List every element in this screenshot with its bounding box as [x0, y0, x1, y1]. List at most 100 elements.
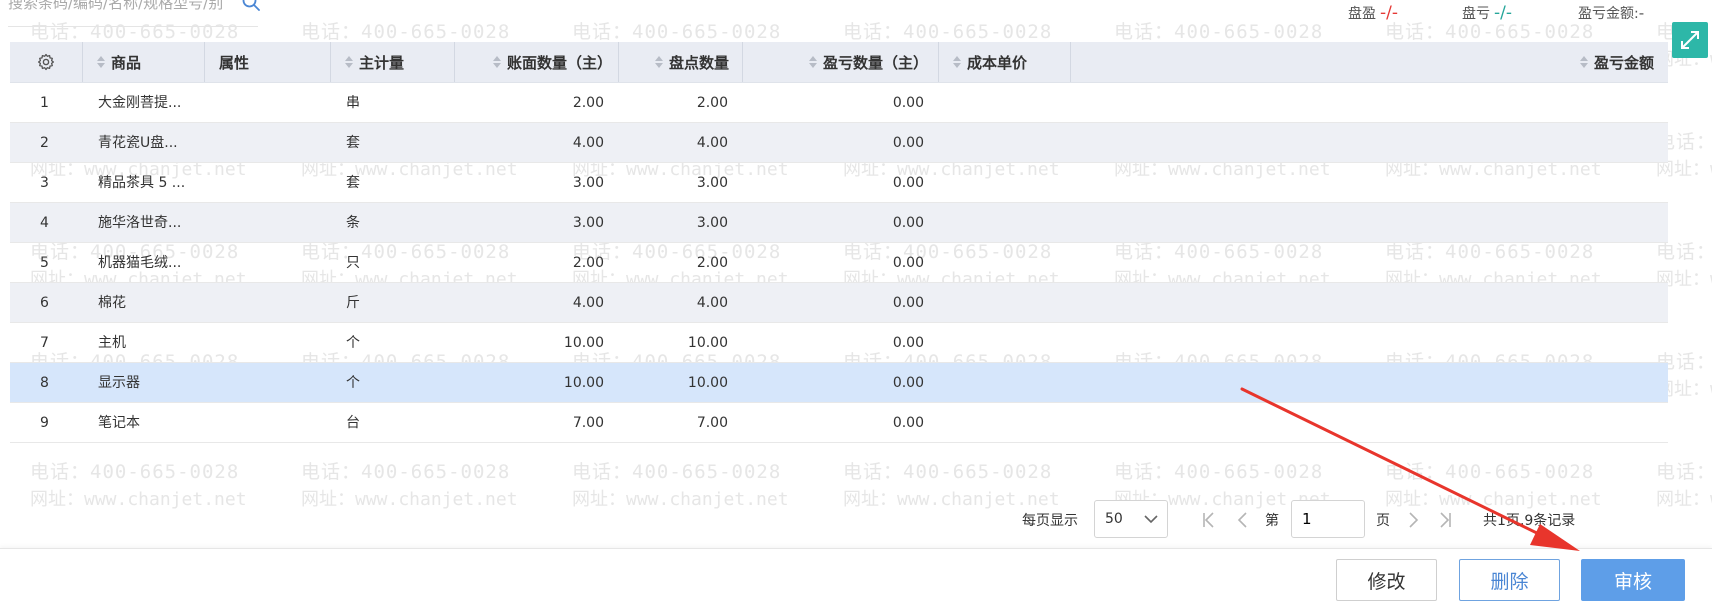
- cell-book-qty: 10.00: [563, 335, 604, 351]
- gear-icon: [37, 53, 55, 71]
- page-size-select[interactable]: 50: [1094, 500, 1168, 538]
- cell-product: 施华洛世奇...: [98, 215, 182, 231]
- table-row[interactable]: 2 青花瓷U盘... 套 4.00 4.00 0.00: [10, 123, 1668, 163]
- row-number: 1: [40, 95, 49, 111]
- table-row[interactable]: 9 笔记本 台 7.00 7.00 0.00: [10, 403, 1668, 443]
- delete-button[interactable]: 删除: [1459, 559, 1560, 601]
- table-row[interactable]: 7 主机 个 10.00 10.00 0.00: [10, 323, 1668, 363]
- cell-count-qty: 2.00: [696, 95, 728, 111]
- cell-diff-qty: 0.00: [892, 95, 924, 111]
- gain-value: -/-: [1380, 3, 1398, 23]
- sort-icon: [655, 56, 663, 68]
- cell-book-qty: 4.00: [572, 135, 604, 151]
- amount-label: 盈亏金额:: [1578, 6, 1639, 22]
- amount-summary: 盈亏金额:-: [1578, 3, 1644, 23]
- search-input[interactable]: [8, 0, 230, 16]
- cell-unit: 台: [346, 415, 360, 431]
- cell-book-qty: 3.00: [572, 215, 604, 231]
- cell-count-qty: 10.00: [687, 375, 728, 391]
- cell-book-qty: 4.00: [572, 295, 604, 311]
- row-number: 3: [40, 175, 49, 191]
- amount-value: -: [1638, 4, 1645, 22]
- page-prefix: 第: [1265, 513, 1279, 529]
- search-icon[interactable]: [241, 0, 261, 12]
- cell-diff-qty: 0.00: [892, 255, 924, 271]
- first-page-icon[interactable]: [1202, 511, 1216, 529]
- column-unit[interactable]: 主计量: [330, 42, 454, 82]
- cell-diff-qty: 0.00: [892, 295, 924, 311]
- page-suffix: 页: [1376, 513, 1390, 529]
- cell-diff-qty: 0.00: [892, 415, 924, 431]
- cell-product: 机器猫毛绒...: [98, 255, 182, 271]
- cell-book-qty: 2.00: [572, 95, 604, 111]
- gain-label: 盘盈: [1348, 6, 1376, 22]
- cell-product: 棉花: [98, 295, 126, 311]
- cell-diff-qty: 0.00: [892, 335, 924, 351]
- table-row[interactable]: 1 大金刚菩提... 串 2.00 2.00 0.00: [10, 83, 1668, 123]
- table-row[interactable]: 8 显示器 个 10.00 10.00 0.00: [10, 363, 1668, 403]
- column-product[interactable]: 商品: [82, 42, 204, 82]
- total-records: 共1页,9条记录: [1483, 513, 1576, 529]
- column-count-qty[interactable]: 盘点数量: [618, 42, 742, 82]
- cell-book-qty: 7.00: [572, 415, 604, 431]
- column-attribute[interactable]: 属性: [204, 42, 330, 82]
- page-size-value: 50: [1105, 511, 1123, 527]
- sort-icon: [809, 56, 817, 68]
- cell-diff-qty: 0.00: [892, 375, 924, 391]
- cell-unit: 个: [346, 335, 360, 351]
- sort-icon: [1579, 56, 1588, 68]
- row-number: 8: [40, 375, 49, 391]
- loss-summary: 盘亏 -/-: [1462, 3, 1512, 23]
- per-page-label: 每页显示: [1022, 513, 1078, 529]
- cell-count-qty: 3.00: [696, 215, 728, 231]
- sort-icon: [97, 56, 105, 68]
- table-header: 商品 属性 主计量 账面数量（主） 盘点数量 盈亏数量（主） 成本单价 盈亏金额: [10, 42, 1668, 83]
- next-page-icon[interactable]: [1408, 511, 1420, 529]
- cell-count-qty: 2.00: [696, 255, 728, 271]
- cell-count-qty: 10.00: [687, 335, 728, 351]
- cell-diff-qty: 0.00: [892, 135, 924, 151]
- gain-summary: 盘盈 -/-: [1348, 3, 1398, 23]
- page-number-input[interactable]: [1291, 500, 1365, 538]
- row-number: 2: [40, 135, 49, 151]
- cell-book-qty: 3.00: [572, 175, 604, 191]
- row-number: 7: [40, 335, 49, 351]
- action-footer: 修改 删除 审核: [0, 548, 1712, 606]
- inventory-count-table: 商品 属性 主计量 账面数量（主） 盘点数量 盈亏数量（主） 成本单价 盈亏金额…: [10, 42, 1668, 443]
- last-page-icon[interactable]: [1438, 511, 1452, 529]
- row-number: 5: [40, 255, 49, 271]
- cell-count-qty: 4.00: [696, 135, 728, 151]
- cell-diff-qty: 0.00: [892, 175, 924, 191]
- table-row[interactable]: 6 棉花 斤 4.00 4.00 0.00: [10, 283, 1668, 323]
- cell-diff-qty: 0.00: [892, 215, 924, 231]
- pagination: 每页显示 50 第 页 共1页,9条记录: [0, 500, 1712, 540]
- table-row[interactable]: 4 施华洛世奇... 条 3.00 3.00 0.00: [10, 203, 1668, 243]
- cell-count-qty: 3.00: [696, 175, 728, 191]
- table-body: 1 大金刚菩提... 串 2.00 2.00 0.00 2 青花瓷U盘... 套 4.00 4.00…: [10, 83, 1668, 443]
- column-unit-cost[interactable]: 成本单价: [938, 42, 1070, 82]
- expand-icon: [1681, 31, 1699, 49]
- row-number: 9: [40, 415, 49, 431]
- column-diff-amount[interactable]: 盈亏金额: [1070, 42, 1668, 82]
- sort-icon: [345, 56, 353, 68]
- approve-button[interactable]: 审核: [1581, 559, 1685, 601]
- column-diff-qty[interactable]: 盈亏数量（主）: [742, 42, 938, 82]
- search-box: [8, 0, 261, 27]
- table-row[interactable]: 3 精品茶具 5 ... 套 3.00 3.00 0.00: [10, 163, 1668, 203]
- sort-icon: [953, 56, 961, 68]
- cell-unit: 个: [346, 375, 360, 391]
- expand-button[interactable]: [1672, 22, 1708, 58]
- column-settings[interactable]: [10, 42, 82, 82]
- prev-page-icon[interactable]: [1236, 511, 1248, 529]
- cell-product: 主机: [98, 335, 126, 351]
- loss-label: 盘亏: [1462, 6, 1490, 22]
- cell-book-qty: 10.00: [563, 375, 604, 391]
- cell-product: 大金刚菩提...: [98, 95, 182, 111]
- column-book-qty[interactable]: 账面数量（主）: [454, 42, 618, 82]
- cell-product: 显示器: [98, 375, 140, 391]
- edit-button[interactable]: 修改: [1336, 559, 1437, 601]
- cell-product: 精品茶具 5 ...: [98, 175, 186, 191]
- cell-unit: 斤: [346, 295, 360, 311]
- cell-unit: 条: [346, 215, 360, 231]
- table-row[interactable]: 5 机器猫毛绒... 只 2.00 2.00 0.00: [10, 243, 1668, 283]
